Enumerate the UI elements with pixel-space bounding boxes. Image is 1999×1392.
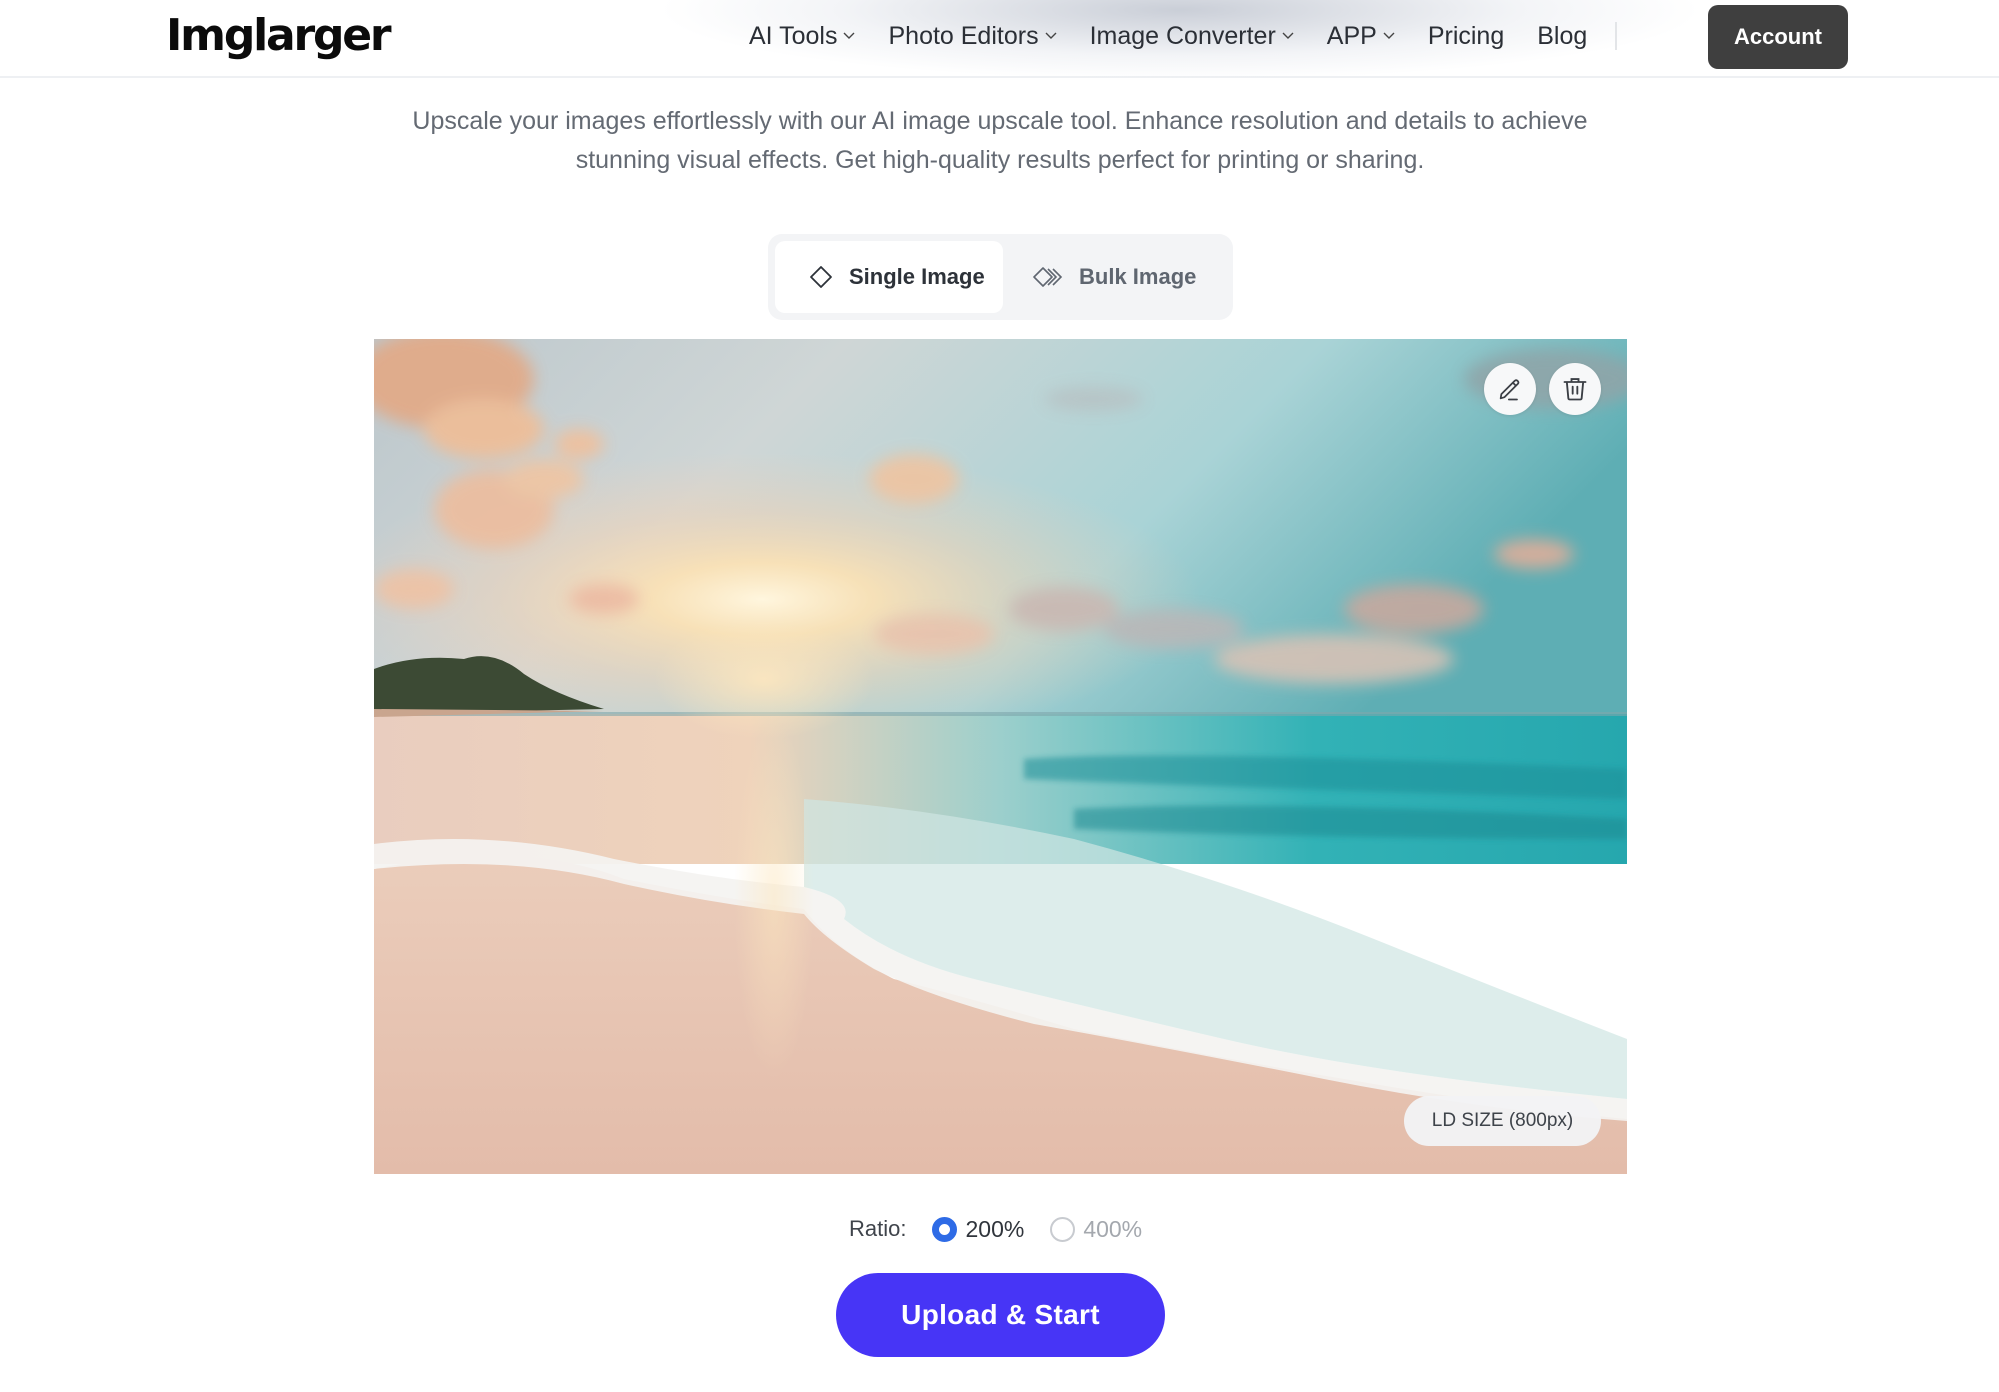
subtitle-line-1: Upscale your images effortlessly with ou…: [412, 107, 1588, 135]
diamond-icon: [810, 266, 832, 288]
ratio-option-400[interactable]: 400%: [1050, 1216, 1142, 1243]
chevron-down-icon: [1383, 32, 1395, 39]
nav-pricing[interactable]: Pricing: [1428, 22, 1504, 51]
mode-tabs: Single Image Bulk Image: [768, 234, 1233, 320]
nav-label: AI Tools: [749, 21, 838, 50]
nav-label: APP: [1326, 21, 1377, 50]
nav-label: Image Converter: [1089, 21, 1276, 50]
main-nav: AI Tools Photo Editors Image Converter A…: [749, 0, 1634, 72]
ratio-label: Ratio:: [849, 1216, 907, 1241]
trash-icon: [1563, 378, 1587, 401]
page-subtitle: Upscale your images effortlessly with ou…: [300, 102, 1700, 180]
stacked-diamonds-icon: [1033, 267, 1063, 287]
nav-label: Photo Editors: [888, 21, 1039, 50]
nav-label: Blog: [1537, 21, 1588, 50]
image-preview: LD SIZE (800px): [374, 339, 1627, 1174]
account-button[interactable]: Account: [1708, 5, 1848, 69]
chevron-down-icon: [843, 32, 855, 39]
chevron-down-icon: [1282, 32, 1294, 39]
ratio-option-label: 200%: [965, 1215, 1025, 1242]
radio-checked-icon[interactable]: [932, 1216, 958, 1242]
radio-unchecked-icon[interactable]: [1050, 1216, 1076, 1242]
ratio-selector: Ratio: 200% 400%: [849, 1213, 1168, 1245]
tab-bulk-image[interactable]: Bulk Image: [1003, 241, 1196, 313]
nav-photo-editors[interactable]: Photo Editors: [888, 21, 1057, 51]
logo[interactable]: Imglarger: [166, 10, 392, 61]
nav-label: Pricing: [1427, 21, 1505, 50]
chevron-down-icon: [1045, 32, 1057, 39]
nav-blog[interactable]: Blog: [1537, 22, 1587, 51]
ratio-option-200[interactable]: 200%: [932, 1216, 1024, 1243]
pencil-icon: [1499, 379, 1520, 401]
ratio-option-label: 400%: [1083, 1215, 1143, 1242]
subtitle-line-2: stunning visual effects. Get high-qualit…: [575, 146, 1425, 174]
nav-ai-tools[interactable]: AI Tools: [749, 22, 855, 51]
nav-app[interactable]: APP: [1327, 22, 1395, 51]
tab-label: Bulk Image: [1079, 264, 1197, 289]
edit-button[interactable]: [1484, 363, 1536, 415]
beach-sunset-image: [374, 339, 1627, 1174]
nav-image-converter[interactable]: Image Converter: [1090, 22, 1294, 51]
upload-start-button[interactable]: Upload & Start: [836, 1273, 1165, 1357]
delete-button[interactable]: [1549, 363, 1601, 415]
site-header: Imglarger AI Tools Photo Editors Image C…: [0, 0, 1999, 78]
tab-single-image[interactable]: Single Image: [775, 241, 1003, 313]
tab-label: Single Image: [849, 264, 985, 289]
size-badge: LD SIZE (800px): [1404, 1096, 1601, 1146]
nav-divider: [1615, 22, 1618, 50]
